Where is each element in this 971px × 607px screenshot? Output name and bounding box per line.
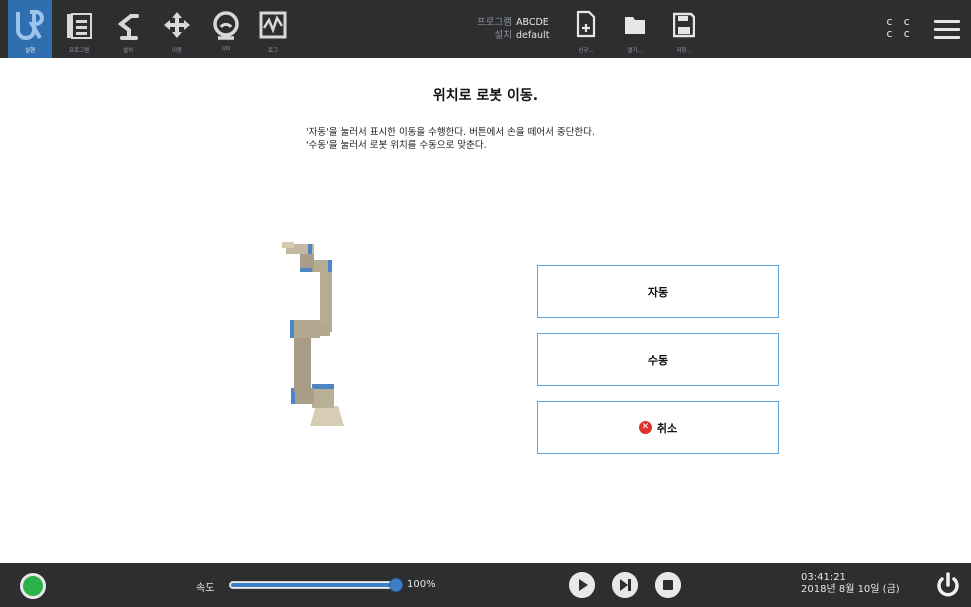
tab-run[interactable]: 실행 — [8, 0, 52, 58]
tab-move[interactable]: 이동 — [152, 0, 202, 58]
open-folder-icon — [625, 17, 645, 34]
save-file-button[interactable]: 저장... — [664, 0, 704, 58]
save-file-label: 저장... — [676, 48, 692, 54]
robot-status-icon[interactable] — [20, 573, 46, 599]
speed-slider-fill — [231, 583, 401, 587]
manual-button-label: 수동 — [647, 353, 669, 367]
program-icon — [67, 13, 92, 39]
bottom-bar: 속도 100% 03:41:21 2018년 8월 10일 (금) — [0, 563, 971, 607]
program-value: ABCDE — [516, 17, 549, 28]
cancel-button[interactable]: ✕ 취소 — [537, 401, 779, 454]
open-file-label: 열기... — [627, 48, 643, 54]
cancel-x-icon: ✕ — [638, 421, 652, 434]
tab-log[interactable]: 로그 — [248, 0, 298, 58]
log-icon — [259, 11, 287, 39]
play-icon[interactable] — [569, 572, 595, 598]
program-info: 프로그램 ABCDE 설치 default — [472, 16, 549, 42]
stop-icon[interactable] — [655, 572, 681, 598]
clock-date: 2018년 8월 10일 (금) — [801, 584, 900, 595]
save-icon — [673, 12, 695, 38]
step-icon[interactable] — [612, 572, 638, 598]
instruction-line-1: '자동'을 눌러서 표시한 이동을 수행한다. 버튼에서 손을 떼어서 중단한다… — [306, 127, 595, 138]
tab-io-label: I/O — [222, 46, 230, 52]
speed-slider-handle[interactable] — [389, 578, 403, 592]
instruction-line-2: '수동'을 눌러서 로봇 위치를 수동으로 맞춘다. — [306, 140, 487, 151]
speed-slider[interactable] — [229, 581, 403, 589]
open-file-button[interactable]: 열기... — [615, 0, 655, 58]
tab-installation-label: 설치 — [122, 48, 134, 54]
auto-button[interactable]: 자동 — [537, 265, 779, 318]
instructions: '자동'을 눌러서 표시한 이동을 수행한다. 버튼에서 손을 떼어서 중단한다… — [306, 126, 595, 152]
installation-icon — [117, 14, 139, 40]
tab-program[interactable]: 프로그램 — [54, 0, 104, 58]
install-value: default — [516, 30, 550, 41]
install-key: 설치 — [494, 30, 512, 41]
manual-button[interactable]: 수동 — [537, 333, 779, 386]
speed-value: 100% — [407, 579, 436, 590]
new-file-icon — [576, 10, 596, 38]
new-file-button[interactable]: 신규... — [566, 0, 606, 58]
cancel-button-label: 취소 — [656, 421, 678, 435]
power-icon[interactable] — [934, 571, 962, 599]
tab-program-label: 프로그램 — [68, 48, 90, 54]
auto-button-label: 자동 — [647, 285, 669, 299]
new-file-label: 신규... — [578, 48, 594, 54]
top-bar: 실행 프로그램 설치 이동 I/O 로그 프로그램 ABCDE 설치 defau… — [0, 0, 971, 58]
tab-io[interactable]: I/O — [201, 0, 251, 58]
robot-arm-illustration — [282, 242, 344, 426]
tab-log-label: 로그 — [267, 48, 279, 54]
tab-move-label: 이동 — [171, 48, 183, 54]
cc-indicator[interactable]: c c c c — [886, 16, 912, 40]
move-icon — [164, 12, 190, 38]
cc-line-2: c c — [886, 27, 912, 40]
io-icon — [213, 11, 239, 40]
tab-installation[interactable]: 설치 — [103, 0, 153, 58]
hamburger-menu-icon[interactable] — [934, 20, 960, 40]
date-time: 03:41:21 2018년 8월 10일 (금) — [801, 572, 900, 596]
clock-time: 03:41:21 — [801, 572, 846, 583]
speed-label: 속도 — [196, 583, 215, 594]
tab-run-label: 실행 — [24, 48, 36, 54]
page-title: 위치로 로봇 이동. — [432, 88, 539, 104]
program-key: 프로그램 — [477, 17, 512, 28]
ur-logo-icon — [16, 10, 44, 40]
